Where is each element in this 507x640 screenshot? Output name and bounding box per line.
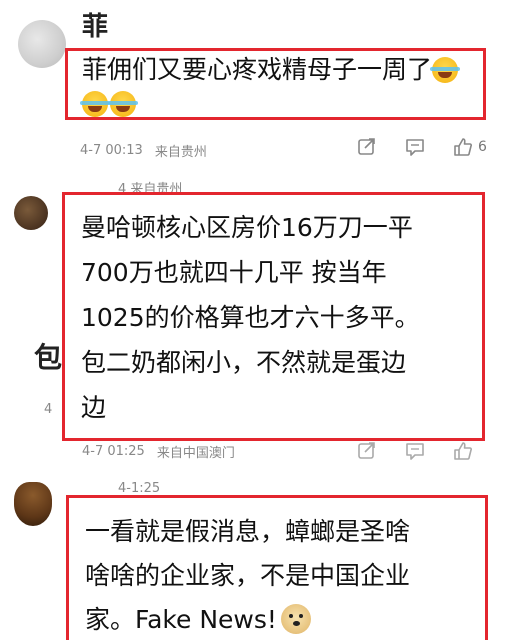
comment-line: 边 [81,393,107,422]
cut-off-text: 菲 [82,12,111,42]
comment-line: 700万也就四十几平 按当年 [81,258,387,287]
avatar[interactable] [18,20,66,68]
comment-meta: 4-7 01:25 来自中国澳门 [82,442,235,461]
comment-text: 菲佣们又要心疼戏精母子一周了 [68,51,483,121]
comment-highlight-box: 菲佣们又要心疼戏精母子一周了 [65,48,486,120]
comment-actions [356,440,474,462]
comment-date: 4-7 01:25 [82,444,145,459]
reply-hint: 4-1:25 [118,481,161,496]
comment-line: 1025的价格算也才六十多平。 [81,303,420,332]
comment-line: 包二奶都闲小，不然就是蛋边 [81,348,407,377]
laugh-cry-emoji [108,91,138,117]
comment-date: 4-7 00:13 [80,143,143,158]
avatar[interactable] [14,196,48,230]
avatar[interactable] [14,482,52,526]
cut-off-number: 4 [44,402,53,417]
comment-icon[interactable] [404,440,426,462]
cut-off-text: 包 [34,341,63,374]
doge-emoji [280,604,311,634]
laugh-cry-emoji [80,91,110,117]
comment-line: 啥啥的企业家，不是中国企业 [85,561,411,590]
thumbs-up-icon[interactable] [452,440,474,462]
comment-text: 一看就是假消息，蟑螂是圣啥 啥啥的企业家，不是中国企业 家。Fake News! [69,498,485,640]
comment-location: 来自中国澳门 [156,446,235,461]
comment-location: 来自贵州 [154,145,207,160]
share-icon[interactable] [356,440,378,462]
comment-line: 曼哈顿核心区房价16万刀一平 [81,213,413,242]
comment-text: 曼哈顿核心区房价16万刀一平 700万也就四十几平 按当年 1025的价格算也才… [65,195,482,430]
laugh-cry-emoji [430,57,461,83]
like-count: 6 [478,139,487,155]
comment-body: 菲佣们又要心疼戏精母子一周了 [82,55,433,84]
share-icon[interactable] [356,136,378,158]
comment-highlight-box: 一看就是假消息，蟑螂是圣啥 啥啥的企业家，不是中国企业 家。Fake News! [66,495,488,640]
comment-highlight-box: 曼哈顿核心区房价16万刀一平 700万也就四十几平 按当年 1025的价格算也才… [62,192,485,441]
comment-line: 家。Fake News! [85,598,485,640]
comment-line: 一看就是假消息，蟑螂是圣啥 [85,517,411,546]
comment-actions: 6 [356,136,487,158]
comment-line-text: 家。Fake News! [85,605,277,634]
like-button[interactable]: 6 [452,136,487,158]
comment-meta: 4-7 00:13 来自贵州 [80,141,207,160]
comment-icon[interactable] [404,136,426,158]
thumbs-up-icon [452,136,474,158]
